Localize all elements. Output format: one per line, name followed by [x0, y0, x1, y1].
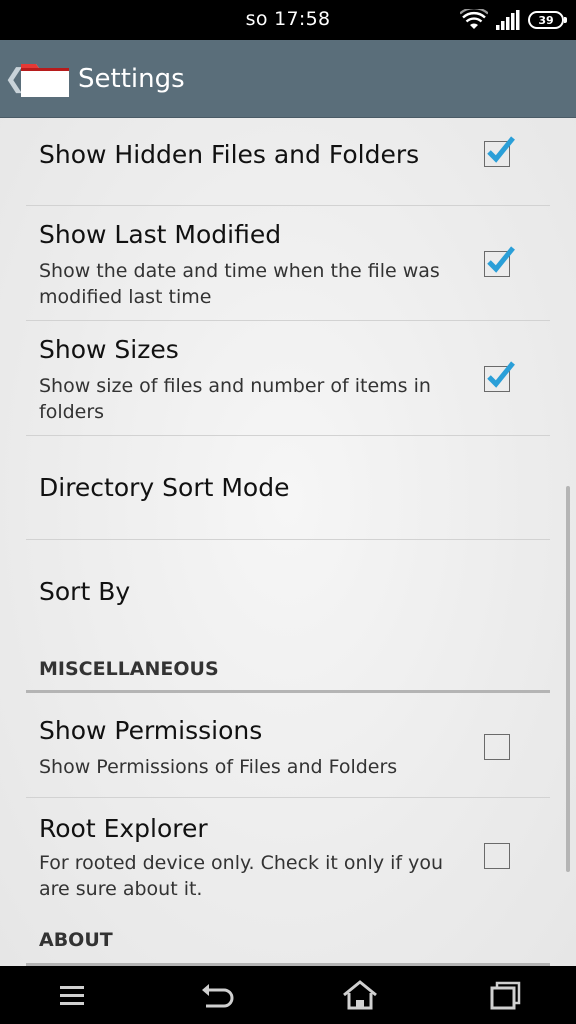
- show-permissions-checkbox[interactable]: [484, 734, 510, 760]
- pref-root-explorer[interactable]: Root Explorer For rooted device only. Ch…: [26, 798, 550, 923]
- pref-sort-by[interactable]: Sort By: [26, 540, 550, 640]
- show-sizes-checkbox[interactable]: [484, 361, 515, 392]
- menu-icon[interactable]: [52, 978, 92, 1012]
- wifi-icon: [460, 9, 488, 29]
- action-bar: ❮ Settings: [0, 40, 576, 118]
- checkmark-icon: [487, 246, 515, 273]
- pref-show-last-modified[interactable]: Show Last Modified Show the date and tim…: [26, 206, 550, 321]
- pref-show-sizes[interactable]: Show Sizes Show size of files and number…: [26, 321, 550, 436]
- show-last-modified-checkbox[interactable]: [484, 246, 515, 277]
- pref-title: Show Sizes: [39, 335, 179, 364]
- navigation-bar: [0, 966, 576, 1024]
- settings-list[interactable]: Show Hidden Files and Folders Show Last …: [0, 118, 576, 966]
- pref-show-permissions[interactable]: Show Permissions Show Permissions of Fil…: [26, 694, 550, 798]
- pref-title: Show Last Modified: [39, 220, 282, 249]
- scrollbar[interactable]: [566, 486, 570, 872]
- category-title: MISCELLANEOUS: [39, 658, 219, 680]
- pref-summary: For rooted device only. Check it only if…: [39, 852, 444, 900]
- status-icons: 39: [460, 9, 567, 31]
- recents-icon[interactable]: [484, 978, 524, 1012]
- pref-directory-sort-mode[interactable]: Directory Sort Mode: [26, 436, 550, 540]
- pref-summary: Show the date and time when the file was…: [39, 260, 440, 308]
- checkmark-icon: [487, 361, 515, 388]
- status-bar: so 17:58 39: [0, 0, 576, 40]
- battery-level: 39: [538, 13, 554, 27]
- home-icon[interactable]: [340, 978, 380, 1012]
- folder-icon[interactable]: [20, 60, 70, 98]
- pref-title: Sort By: [39, 577, 131, 606]
- signal-icon: [496, 10, 520, 30]
- pref-summary: Show Permissions of Files and Folders: [39, 756, 398, 778]
- pref-title: Directory Sort Mode: [39, 473, 290, 502]
- show-hidden-checkbox[interactable]: [484, 136, 515, 167]
- root-explorer-checkbox[interactable]: [484, 843, 510, 869]
- pref-title: Root Explorer: [39, 814, 208, 843]
- checkmark-icon: [487, 136, 515, 163]
- category-about: ABOUT: [26, 918, 550, 966]
- pref-show-hidden[interactable]: Show Hidden Files and Folders: [26, 118, 550, 206]
- category-miscellaneous: MISCELLANEOUS: [26, 648, 550, 694]
- battery-icon: 39: [528, 11, 567, 29]
- pref-title: Show Permissions: [39, 716, 263, 745]
- pref-summary: Show size of files and number of items i…: [39, 375, 431, 423]
- pref-title: Show Hidden Files and Folders: [39, 140, 420, 169]
- category-title: ABOUT: [39, 929, 113, 951]
- back-icon[interactable]: [196, 978, 236, 1012]
- category-divider: [26, 690, 550, 693]
- page-title: Settings: [78, 64, 185, 94]
